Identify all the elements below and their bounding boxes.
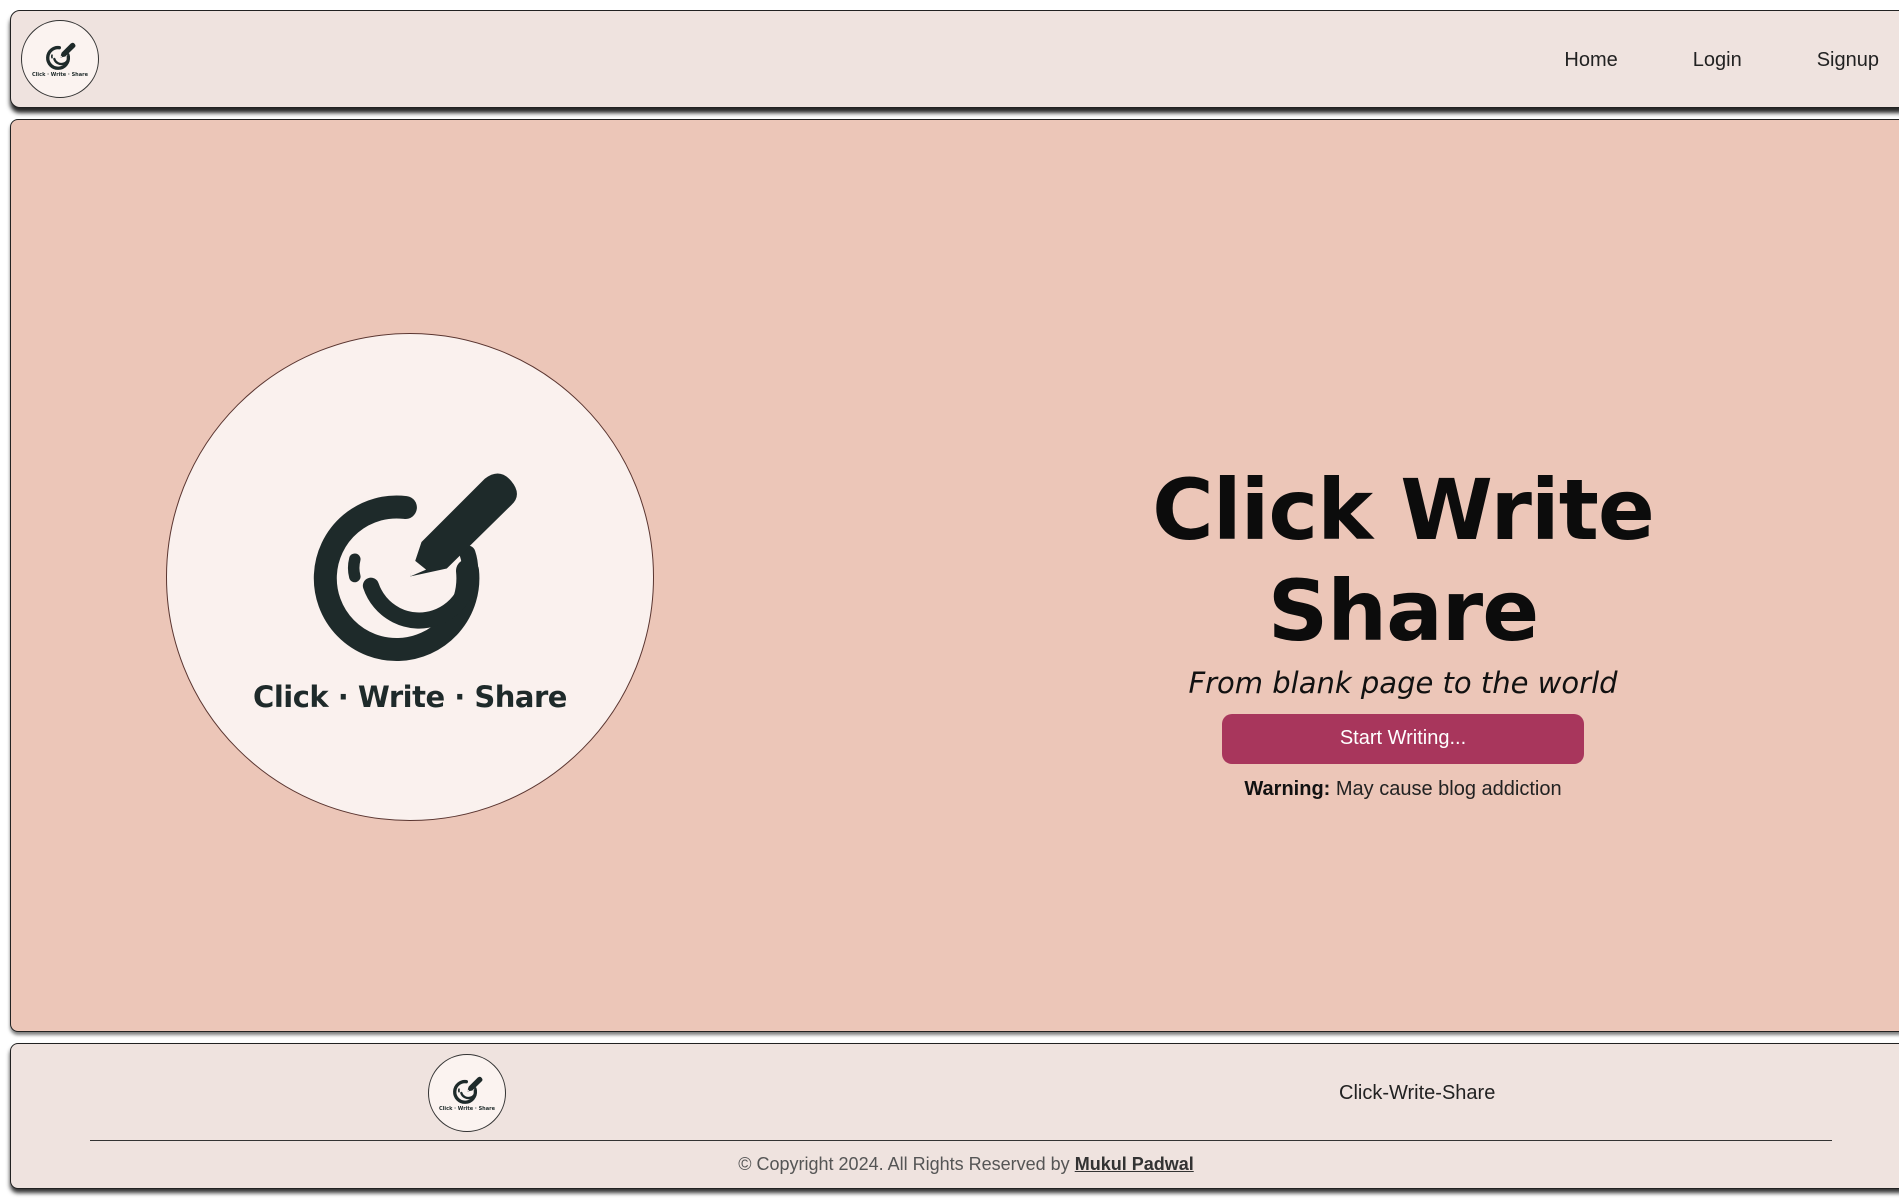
start-writing-button[interactable]: Start Writing... [1222,713,1584,764]
nav-signup-link[interactable]: Signup [1817,49,1879,72]
nav-login-link[interactable]: Login [1693,49,1742,72]
copyright-label: © Copyright 2024. All Rights Reserved by [738,1154,1070,1174]
main-nav: Home Login Signup [1564,11,1879,109]
hero-tagline: From blank page to the world [1188,665,1618,700]
site-footer: Click · Write · Share Click-Write-Share … [10,1043,1899,1189]
hero-logo: Click · Write · Share [166,333,654,821]
warning-label: Warning: [1244,777,1331,800]
hero-section: Click · Write · Share Click Write Share … [10,119,1899,1032]
warning-text: May cause blog addiction [1335,777,1562,800]
author-link[interactable]: Mukul Padwal [1075,1154,1194,1174]
hero-title: Click Write Share [1152,461,1655,660]
footer-brand-name: Click-Write-Share [1339,1082,1496,1104]
hero-logo-text: Click · Write · Share [253,680,567,714]
footer-divider [90,1140,1832,1141]
header-logo-text: Click · Write · Share [32,71,88,78]
site-header: Click · Write · Share Home Login Signup [10,10,1899,108]
nav-home-link[interactable]: Home [1564,49,1617,72]
pencil-swirl-icon [313,473,517,662]
pencil-swirl-icon [453,1076,483,1104]
hero-content: Click Write Share From blank page to the… [1023,460,1783,801]
footer-logo-text: Click · Write · Share [439,1105,495,1112]
pencil-swirl-icon [46,42,76,70]
footer-logo: Click · Write · Share [428,1054,506,1132]
header-logo[interactable]: Click · Write · Share [21,20,99,98]
copyright-text: © Copyright 2024. All Rights Reserved by… [11,1154,1899,1175]
warning-note: Warning: May cause blog addiction [1023,778,1783,801]
